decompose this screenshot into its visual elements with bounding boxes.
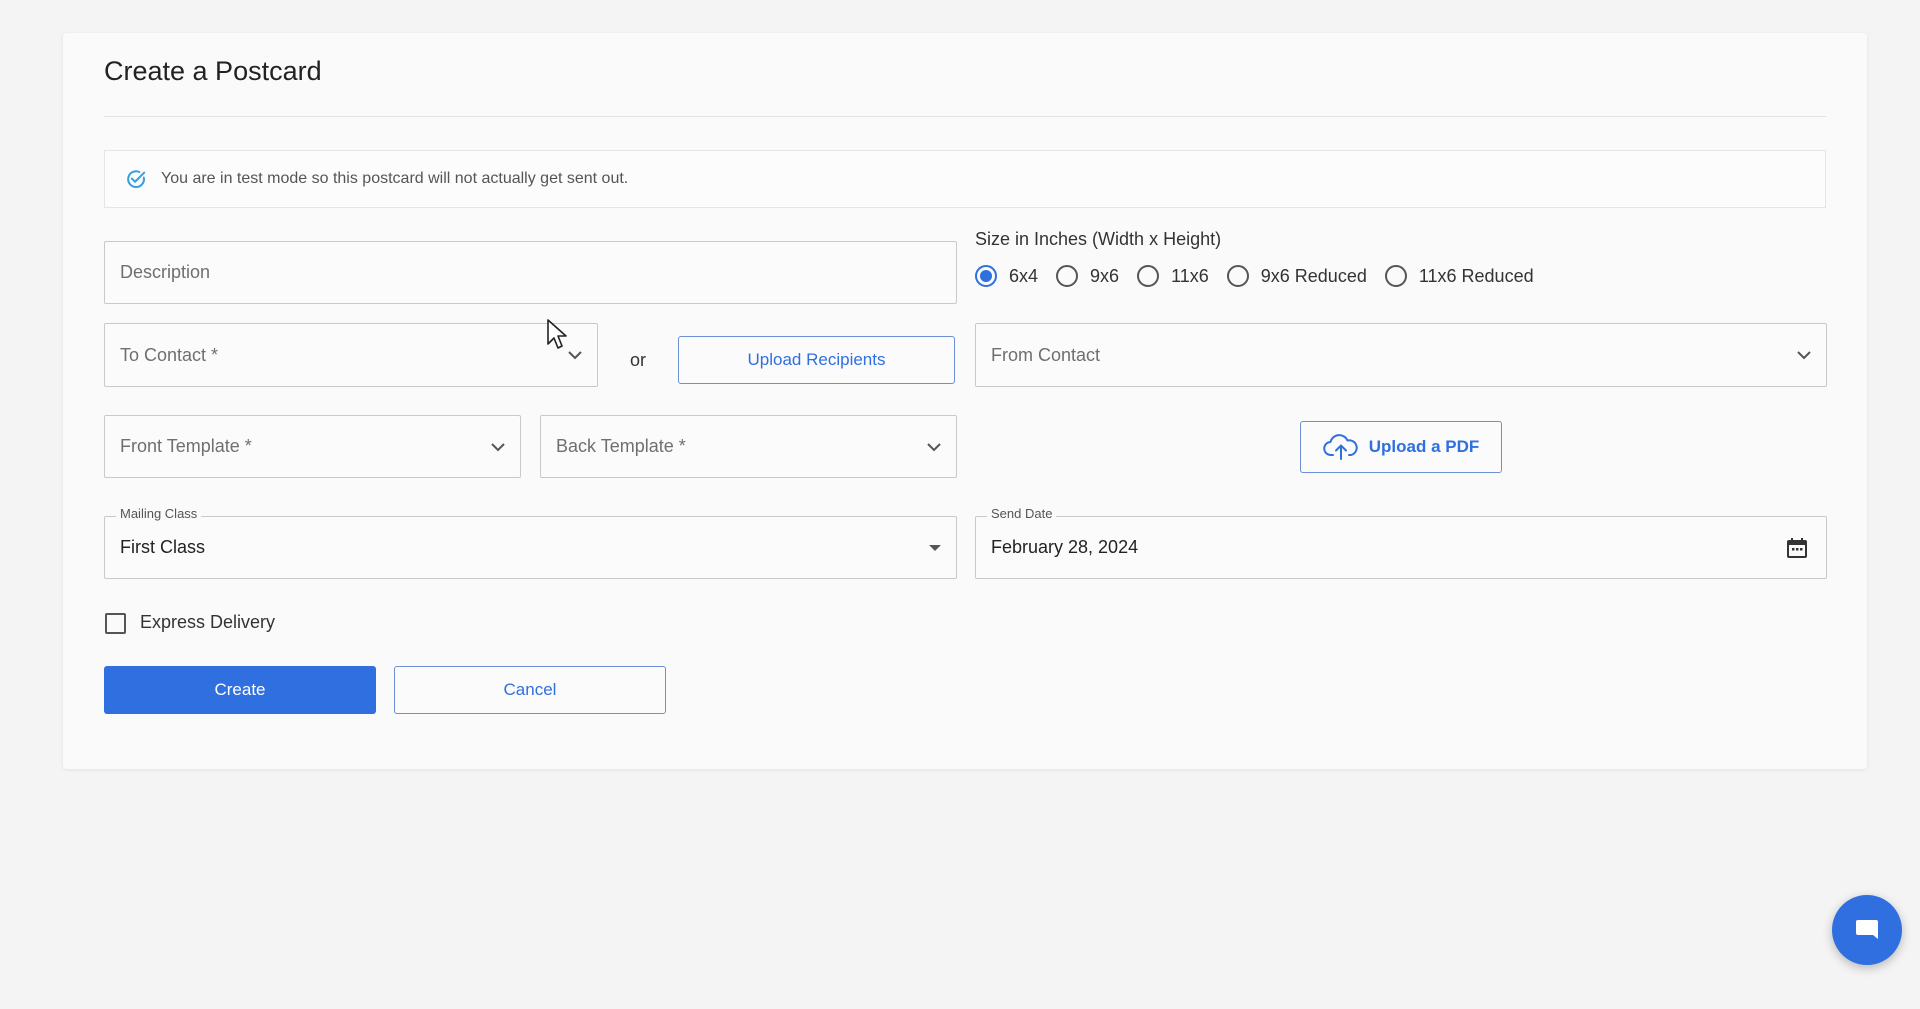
- check-circle-icon: [127, 170, 146, 189]
- description-input[interactable]: Description: [104, 241, 957, 304]
- radio-11x6[interactable]: [1137, 265, 1160, 287]
- send-date-input[interactable]: February 28, 2024: [975, 516, 1827, 579]
- from-contact-placeholder: From Contact: [991, 344, 1101, 365]
- chat-bubble-icon: [1856, 920, 1878, 939]
- mouse-cursor-icon: [547, 319, 567, 349]
- size-option-9x6[interactable]: 9x6: [1056, 265, 1119, 287]
- front-template-select[interactable]: Front Template *: [104, 415, 521, 478]
- mailing-class-label: Mailing Class: [116, 506, 202, 521]
- chevron-down-icon: [491, 442, 505, 451]
- chevron-down-icon: [927, 442, 941, 451]
- size-option-label: 11x6 Reduced: [1418, 265, 1534, 286]
- title-divider: [104, 116, 1826, 117]
- size-option-label: 9x6: [1090, 265, 1120, 286]
- size-option-label: 11x6: [1171, 265, 1209, 286]
- send-date-value: February 28, 2024: [991, 537, 1139, 557]
- size-label: Size in Inches (Width x Height): [975, 229, 1222, 249]
- alert-text: You are in test mode so this postcard wi…: [161, 170, 629, 187]
- or-text: or: [630, 350, 647, 370]
- description-placeholder: Description: [120, 262, 211, 282]
- from-contact-select[interactable]: From Contact: [975, 323, 1827, 387]
- upload-pdf-button[interactable]: Upload a PDF: [1300, 421, 1502, 473]
- mailing-class-select[interactable]: First Class: [104, 516, 957, 579]
- create-button[interactable]: Create: [104, 666, 376, 714]
- form-card: [63, 33, 1867, 769]
- cloud-upload-icon: [1322, 434, 1358, 460]
- express-delivery-checkbox[interactable]: [105, 613, 126, 634]
- create-label: Create: [214, 680, 266, 699]
- express-delivery-label[interactable]: Express Delivery: [140, 612, 275, 633]
- back-template-placeholder: Back Template *: [556, 436, 686, 456]
- radio-9x6-reduced[interactable]: [1226, 265, 1249, 287]
- size-option-label: 6x4: [1009, 265, 1039, 286]
- test-mode-alert: You are in test mode so this postcard wi…: [104, 150, 1826, 208]
- page-title: Create a Postcard: [104, 56, 322, 86]
- caret-down-icon: [929, 544, 941, 551]
- size-radio-group: 6x4 9x6 11x6 9x6 Reduced 11x6 Reduced: [975, 265, 1552, 287]
- size-option-11x6-reduced[interactable]: 11x6 Reduced: [1384, 265, 1534, 287]
- chevron-down-icon: [1797, 351, 1811, 360]
- radio-6x4[interactable]: [975, 265, 997, 287]
- cancel-label: Cancel: [503, 680, 557, 699]
- radio-11x6-reduced[interactable]: [1384, 265, 1407, 287]
- upload-pdf-label: Upload a PDF: [1368, 437, 1480, 456]
- size-option-6x4[interactable]: 6x4: [975, 265, 1038, 287]
- send-date-label: Send Date: [987, 506, 1057, 521]
- cancel-button[interactable]: Cancel: [394, 666, 666, 714]
- back-template-select[interactable]: Back Template *: [540, 415, 957, 478]
- size-option-11x6[interactable]: 11x6: [1137, 265, 1209, 287]
- front-template-placeholder: Front Template *: [120, 436, 252, 456]
- to-contact-placeholder: To Contact *: [120, 344, 219, 365]
- to-contact-select[interactable]: To Contact *: [104, 323, 598, 387]
- mailing-class-value: First Class: [120, 537, 205, 557]
- size-option-9x6-reduced[interactable]: 9x6 Reduced: [1226, 265, 1367, 287]
- upload-recipients-label: Upload Recipients: [747, 350, 886, 369]
- calendar-icon[interactable]: [1786, 537, 1808, 559]
- chat-button[interactable]: [1832, 895, 1902, 965]
- size-option-label: 9x6 Reduced: [1260, 265, 1367, 286]
- upload-recipients-button[interactable]: Upload Recipients: [678, 336, 955, 384]
- radio-9x6[interactable]: [1056, 265, 1079, 287]
